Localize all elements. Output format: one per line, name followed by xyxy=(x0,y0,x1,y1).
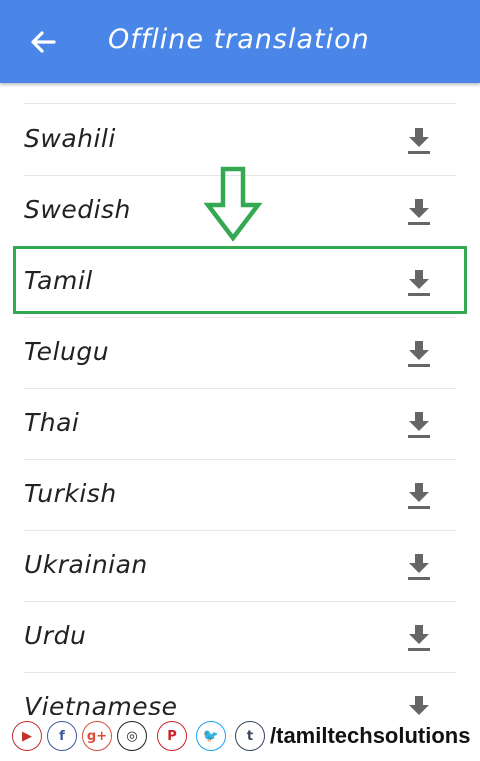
list-item-ukrainian[interactable]: Ukrainian xyxy=(24,530,456,602)
youtube-icon[interactable]: ▶ xyxy=(12,721,42,751)
download-icon[interactable] xyxy=(406,694,432,715)
language-label: Ukrainian xyxy=(24,550,148,579)
list-item-thai[interactable]: Thai xyxy=(24,388,456,460)
highlight-box xyxy=(13,246,467,314)
channel-handle: /tamiltechsolutions xyxy=(270,723,471,748)
twitter-icon[interactable]: 🐦 xyxy=(196,721,226,751)
tumblr-icon[interactable]: t xyxy=(235,721,265,751)
download-icon[interactable] xyxy=(406,623,432,651)
instagram-icon[interactable]: ◎ xyxy=(117,721,147,751)
facebook-icon[interactable]: f xyxy=(47,721,77,751)
download-icon[interactable] xyxy=(406,552,432,580)
download-icon[interactable] xyxy=(406,481,432,509)
language-label: Urdu xyxy=(24,621,87,650)
language-label: Telugu xyxy=(24,337,110,366)
google-plus-icon[interactable]: g+ xyxy=(82,721,112,751)
social-footer: ▶ f g+ ◎ P 🐦 t /tamiltechsolutions xyxy=(0,715,480,761)
language-label: Swahili xyxy=(24,124,116,153)
list-item-vietnamese[interactable]: Vietnamese xyxy=(24,672,456,715)
download-icon[interactable] xyxy=(406,339,432,367)
language-label: Turkish xyxy=(24,479,117,508)
list-item-urdu[interactable]: Urdu xyxy=(24,601,456,673)
arrow-left-icon[interactable] xyxy=(24,22,64,62)
app-bar: Offline translation xyxy=(0,0,480,83)
pinterest-icon[interactable]: P xyxy=(157,721,187,751)
arrow-down-icon xyxy=(204,166,262,242)
language-label: Thai xyxy=(24,408,80,437)
language-label: Vietnamese xyxy=(24,692,178,715)
download-icon[interactable] xyxy=(406,410,432,438)
download-icon[interactable] xyxy=(406,126,432,154)
language-label: Swedish xyxy=(24,195,131,224)
list-item-turkish[interactable]: Turkish xyxy=(24,459,456,531)
page-title: Offline translation xyxy=(108,24,370,55)
list-item-partial[interactable] xyxy=(24,83,456,104)
list-item-telugu[interactable]: Telugu xyxy=(24,317,456,389)
download-icon[interactable] xyxy=(406,197,432,225)
